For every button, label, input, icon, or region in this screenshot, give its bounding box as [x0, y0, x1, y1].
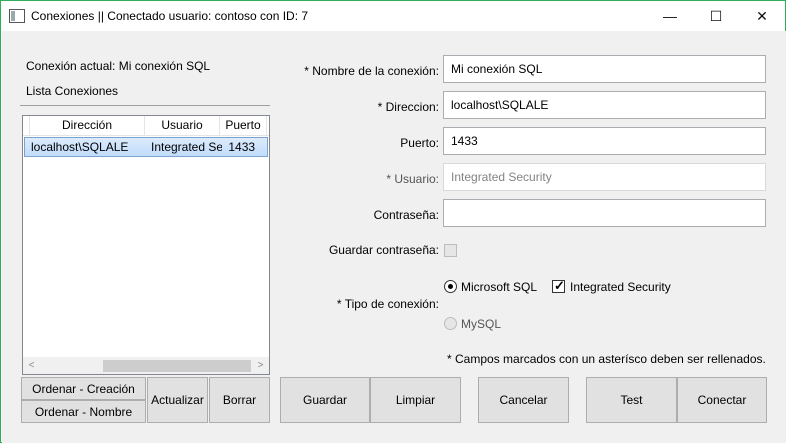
port-label: Puerto:: [400, 136, 439, 150]
integrated-security-checkbox[interactable]: ✓: [552, 278, 565, 293]
listview-header: Dirección Usuario Puerto: [23, 116, 269, 136]
connection-list-title: Lista Conexiones: [26, 84, 119, 98]
password-field[interactable]: [443, 199, 766, 227]
list-item[interactable]: localhost\SQLALE Integrated Security 143…: [24, 137, 268, 157]
connections-window: Conexiones || Conectado usuario: contoso…: [0, 0, 786, 443]
scroll-left-icon[interactable]: <: [23, 358, 40, 374]
maximize-button[interactable]: ☐: [693, 1, 739, 31]
mysql-radio-label[interactable]: MySQL: [461, 317, 501, 331]
save-button[interactable]: Guardar: [280, 377, 370, 423]
radio-selected-dot: [448, 284, 453, 289]
scroll-thumb[interactable]: [103, 360, 251, 372]
minimize-button[interactable]: —: [647, 1, 693, 31]
cancel-button[interactable]: Cancelar: [478, 377, 569, 423]
column-spacer: [23, 116, 30, 136]
divider: [20, 105, 270, 106]
mssql-radio[interactable]: [444, 280, 457, 293]
client-area: Conexión actual: Mi conexión SQL Lista C…: [2, 31, 786, 443]
column-header-usuario[interactable]: Usuario: [145, 116, 220, 136]
horizontal-scrollbar[interactable]: < >: [23, 357, 269, 374]
column-header-puerto[interactable]: Puerto: [220, 116, 267, 136]
user-field[interactable]: Integrated Security: [443, 163, 766, 191]
app-window-icon: [9, 9, 25, 23]
save-password-checkbox[interactable]: [444, 244, 457, 257]
connection-type-label: * Tipo de conexión:: [336, 297, 439, 311]
mysql-radio[interactable]: [444, 317, 457, 330]
address-field[interactable]: localhost\SQLALE: [443, 91, 766, 119]
address-label: * Direccion:: [377, 100, 439, 114]
mssql-radio-label[interactable]: Microsoft SQL: [461, 280, 537, 294]
window-title: Conexiones || Conectado usuario: contoso…: [31, 9, 309, 23]
current-connection-label: Conexión actual: Mi conexión SQL: [26, 59, 211, 73]
sort-name-button[interactable]: Ordenar - Nombre: [21, 400, 146, 423]
clear-button[interactable]: Limpiar: [370, 377, 461, 423]
cell-usuario: Integrated Security: [150, 140, 223, 154]
save-password-label: Guardar contraseña:: [328, 243, 439, 257]
close-button[interactable]: ✕: [739, 1, 785, 31]
integrated-security-label[interactable]: Integrated Security: [570, 280, 671, 294]
password-label: Contraseña:: [373, 208, 439, 222]
check-icon: ✓: [554, 278, 565, 293]
connection-name-label: * Nombre de la conexión:: [304, 64, 439, 78]
delete-button[interactable]: Borrar: [209, 377, 270, 423]
test-button[interactable]: Test: [586, 377, 677, 423]
required-fields-note: * Campos marcados con un asterísco deben…: [447, 352, 766, 366]
title-bar[interactable]: Conexiones || Conectado usuario: contoso…: [1, 1, 785, 31]
connection-name-field[interactable]: Mi conexión SQL: [443, 55, 766, 83]
connect-button[interactable]: Conectar: [677, 377, 767, 423]
scroll-right-icon[interactable]: >: [252, 358, 269, 374]
connections-listview[interactable]: Dirección Usuario Puerto localhost\SQLAL…: [22, 115, 270, 375]
user-label: * Usuario:: [386, 172, 439, 186]
sort-creation-button[interactable]: Ordenar - Creación: [21, 377, 146, 400]
cell-direccion: localhost\SQLALE: [31, 140, 129, 154]
column-header-direccion[interactable]: Dirección: [30, 116, 145, 136]
port-field[interactable]: 1433: [443, 127, 766, 155]
refresh-button[interactable]: Actualizar: [147, 377, 208, 423]
cell-puerto: 1433: [228, 140, 256, 154]
